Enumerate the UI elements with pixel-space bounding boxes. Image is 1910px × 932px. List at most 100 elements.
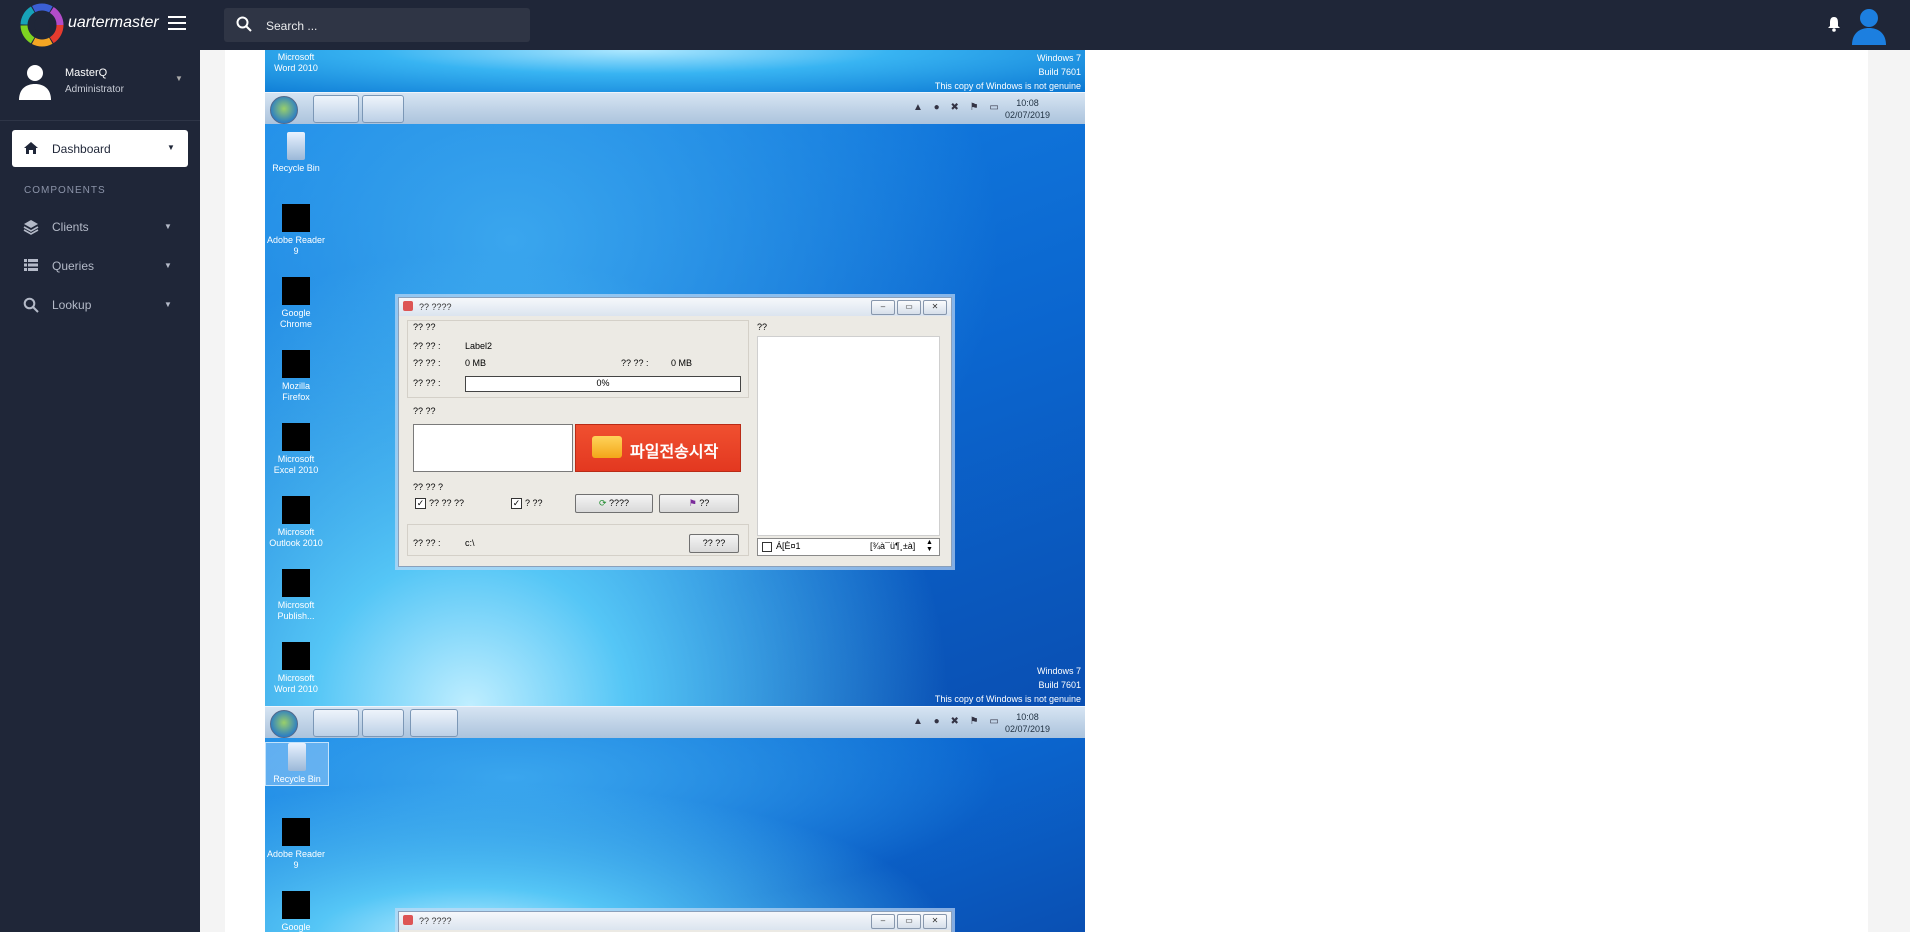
caret-down-icon: ▼ [164, 300, 172, 309]
desktop-icon[interactable]: Mozilla Firefox [265, 350, 327, 403]
taskbar-transfer-app-icon[interactable] [410, 709, 458, 737]
desktop-icon-label: Mozilla [281, 381, 310, 391]
redacted-icon [282, 642, 310, 670]
sidebar-item-lookup[interactable]: Lookup ▼ [12, 290, 188, 320]
desktop-icon[interactable]: Microsoft Word 2010 [265, 642, 327, 695]
numeric-spinner[interactable]: Á[È¤1 [¾à¯ü¶¸±à] ▲ ▼ [757, 538, 940, 556]
browse-button[interactable]: ?? ?? [689, 534, 739, 553]
field-value: Label2 [465, 341, 493, 351]
windows-watermark: Windows 7 Build 7601 This copy of Window… [935, 664, 1081, 706]
close-icon[interactable]: ✕ [923, 914, 947, 929]
maximize-icon[interactable]: ▭ [897, 914, 921, 929]
desktop-icon-label: Firefox [282, 392, 310, 402]
caret-down-icon: ▼ [164, 222, 172, 231]
desktop-icon[interactable]: Microsoft Outlook 2010 [265, 496, 327, 549]
redacted-icon [282, 204, 310, 232]
taskbar-clock[interactable]: 10:08 02/07/2019 [1005, 711, 1050, 735]
system-tray-icons[interactable]: ▲ ● ✖ ⚑ ▭ [913, 716, 1003, 727]
recycle-bin-graphic [288, 743, 306, 771]
start-button-icon[interactable] [270, 96, 298, 124]
sidebar: MasterQ Administrator ▼ Dashboard ▼ COMP… [0, 50, 200, 932]
user-profile-menu[interactable]: MasterQ Administrator ▼ [18, 62, 188, 112]
transfer-app-window: ?? ???? – ▭ ✕ ?? ?? ?? ?? : Label2 ?? ??… [398, 297, 952, 567]
field-label: ?? ?? : [413, 358, 441, 368]
watermark-line: Windows 7 [1036, 53, 1081, 63]
field-value: 0 MB [465, 358, 487, 368]
desktop-icon[interactable]: Adobe Reader 9 [265, 818, 327, 871]
window-title: ?? ???? [419, 916, 452, 926]
search-input[interactable] [264, 16, 518, 36]
desktop-icon[interactable]: Microsoft Publish... [265, 569, 327, 622]
taskbar: ▲ ● ✖ ⚑ ▭ 10:08 02/07/2019 [265, 706, 1085, 739]
desktop-icon-label: Adobe Reader [266, 849, 326, 859]
spin-right-text: [¾à¯ü¶¸±à] [870, 541, 916, 551]
desktop-strip: Microsoft Word 2010 Windows 7 Build 7601… [265, 50, 1085, 92]
desktop-screen: Recycle Bin Adobe Reader 9 Google Chrome… [265, 124, 1085, 706]
minimize-icon[interactable]: – [871, 300, 895, 315]
desktop-icon-label: Microsoft [277, 52, 315, 62]
desktop-icon-label: Microsoft [277, 454, 315, 464]
sidebar-item-dashboard[interactable]: Dashboard ▼ [12, 130, 188, 167]
recycle-bin-icon[interactable]: Recycle Bin [265, 132, 327, 174]
sidebar-item-queries[interactable]: Queries ▼ [12, 251, 188, 281]
field-label: ?? ?? : [413, 378, 441, 388]
app-icon [403, 915, 413, 925]
window-titlebar[interactable]: ?? ???? – ▭ ✕ [399, 912, 951, 930]
taskbar-window-icon[interactable] [313, 95, 359, 123]
sidebar-item-clients[interactable]: Clients ▼ [12, 212, 188, 242]
refresh-icon: ⟳ [598, 498, 607, 508]
bell-icon[interactable] [1827, 16, 1841, 32]
desktop-icon[interactable]: Microsoft Word 2010 [265, 52, 327, 74]
recycle-bin-graphic [287, 132, 305, 160]
tool-icon: ⚑ [688, 498, 697, 508]
home-icon [24, 142, 38, 154]
user-role: Administrator [65, 84, 124, 95]
group-label: ?? ?? ? [413, 482, 444, 492]
log-listbox[interactable] [757, 336, 940, 536]
checkbox-1[interactable]: ✓ [415, 498, 426, 509]
screenshot-feed[interactable]: Microsoft Word 2010 Windows 7 Build 7601… [265, 50, 1085, 932]
group-label: ?? ?? [413, 322, 436, 332]
user-avatar-icon[interactable] [1850, 7, 1888, 45]
checkbox-2[interactable]: ✓ [511, 498, 522, 509]
desktop-screen: Recycle Bin Adobe Reader 9 Google ?? ???… [265, 738, 1085, 932]
start-transfer-button[interactable]: 파일전송시작 [575, 424, 741, 472]
window-titlebar[interactable]: ?? ???? – ▭ ✕ [399, 298, 951, 316]
hamburger-menu-icon[interactable] [168, 13, 186, 31]
group-label: ?? [757, 322, 768, 332]
spin-arrows-icon[interactable]: ▲ ▼ [926, 539, 933, 553]
spin-checkbox[interactable] [762, 542, 772, 552]
redacted-icon [282, 818, 310, 846]
desktop-icon[interactable]: Google Chrome [265, 277, 327, 330]
start-button-icon[interactable] [270, 710, 298, 738]
sidebar-item-label: Clients [52, 220, 89, 234]
desktop-icon[interactable]: Adobe Reader 9 [265, 204, 327, 257]
system-tray-icons[interactable]: ▲ ● ✖ ⚑ ▭ [913, 102, 1003, 113]
desktop-icon[interactable]: Google [265, 891, 327, 932]
field-label: ?? ?? : [621, 358, 649, 368]
desktop-icon-label: Microsoft [277, 600, 315, 610]
taskbar: ▲ ● ✖ ⚑ ▭ 10:08 02/07/2019 [265, 92, 1085, 125]
desktop-icon-label: Outlook 2010 [269, 538, 323, 548]
redacted-icon [282, 350, 310, 378]
close-icon[interactable]: ✕ [923, 300, 947, 315]
recycle-bin-icon[interactable]: Recycle Bin [265, 742, 329, 786]
taskbar-window-icon[interactable] [313, 709, 359, 737]
clock-date: 02/07/2019 [1005, 110, 1051, 120]
brand-name: uartermaster [68, 14, 159, 31]
refresh-button[interactable]: ⟳ ???? [575, 494, 653, 513]
taskbar-app-icon[interactable] [362, 95, 404, 123]
caret-down-icon: ▼ [164, 261, 172, 270]
action-button[interactable]: ⚑ ?? [659, 494, 739, 513]
redacted-icon [282, 423, 310, 451]
maximize-icon[interactable]: ▭ [897, 300, 921, 315]
redacted-icon [282, 496, 310, 524]
minimize-icon[interactable]: – [871, 914, 895, 929]
desktop-icon[interactable]: Microsoft Excel 2010 [265, 423, 327, 476]
spin-left-text: Á[È¤1 [776, 541, 801, 551]
file-list-textbox[interactable] [413, 424, 573, 472]
taskbar-app-icon[interactable] [362, 709, 404, 737]
desktop-icon-label: Word 2010 [274, 63, 318, 73]
quartermaster-logo[interactable] [20, 3, 64, 47]
taskbar-clock[interactable]: 10:08 02/07/2019 [1005, 97, 1050, 121]
